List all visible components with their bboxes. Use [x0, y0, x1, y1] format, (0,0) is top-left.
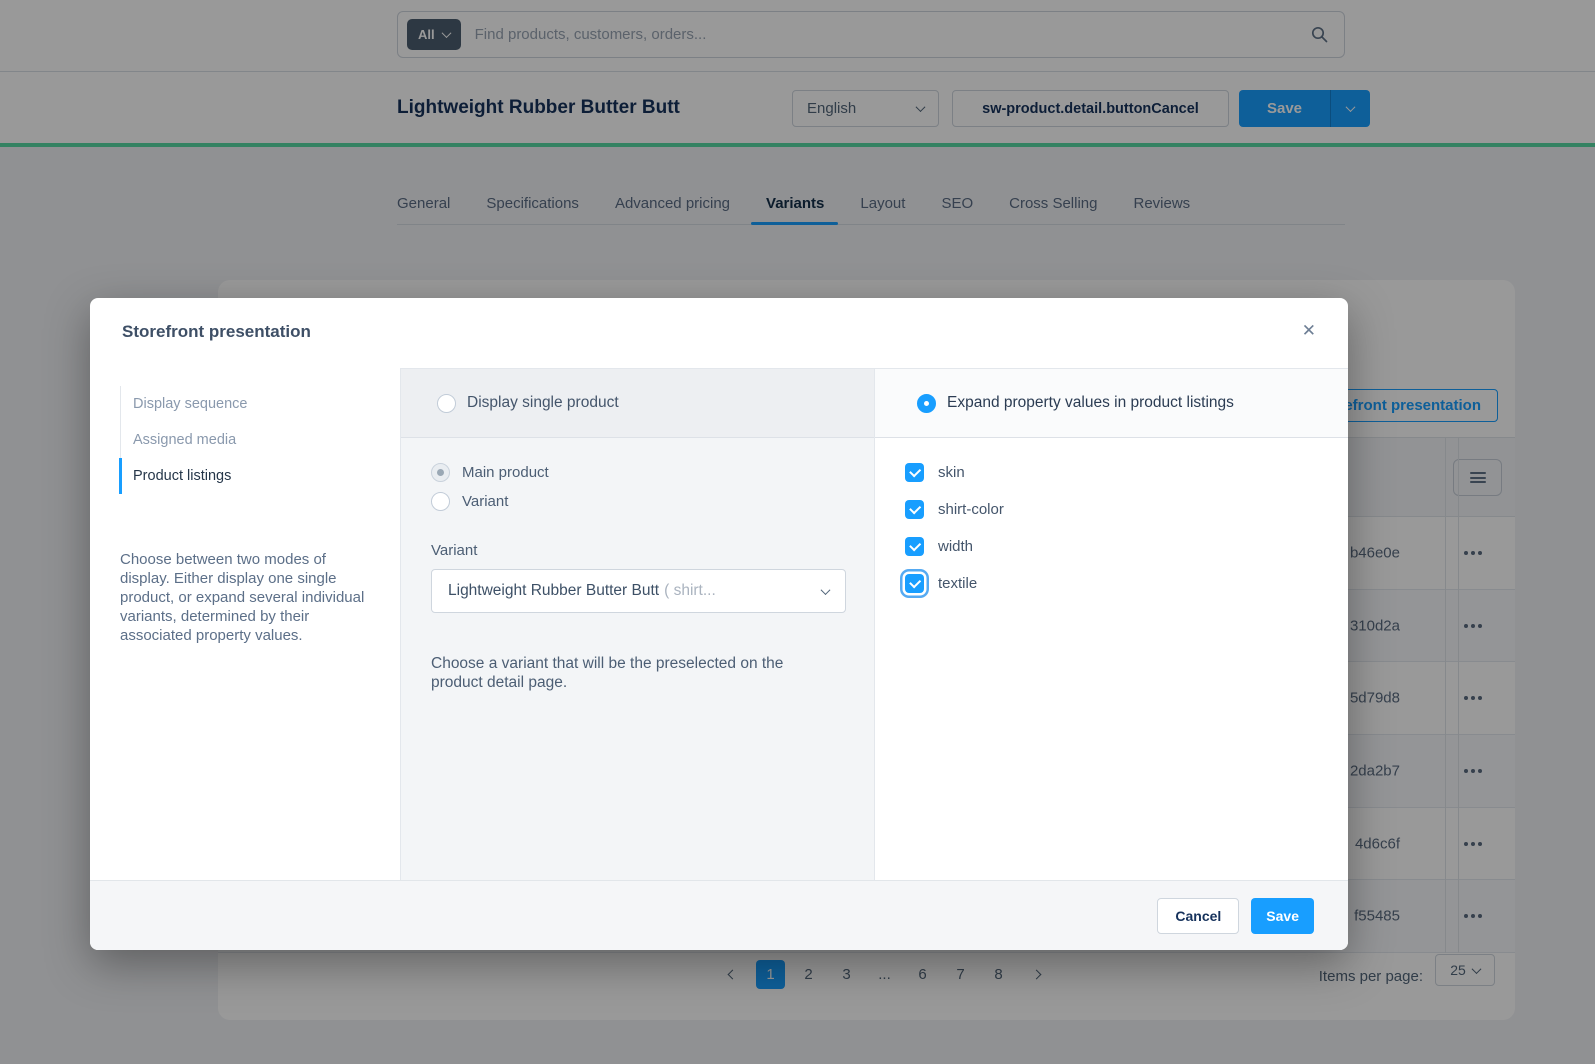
storefront-presentation-modal: Storefront presentation ✕ Display sequen…: [90, 298, 1348, 950]
display-single-product-radio[interactable]: [437, 394, 456, 413]
modal-nav: Display sequence Assigned media Product …: [120, 386, 372, 494]
single-product-body: Main product Variant Variant Lightweight…: [401, 438, 874, 692]
modal-save-button[interactable]: Save: [1251, 898, 1314, 934]
app-root: All Lightweight Rubber Butter Butt Engli…: [0, 0, 1595, 1064]
main-product-label: Main product: [462, 464, 549, 481]
variant-select-value: Lightweight Rubber Butter Butt: [448, 582, 659, 600]
variant-field-label: Variant: [431, 542, 844, 559]
nav-item-product-listings[interactable]: Product listings: [121, 458, 372, 494]
property-option-width[interactable]: width: [905, 537, 1348, 556]
modal-body: Display sequence Assigned media Product …: [90, 368, 1348, 880]
nav-item-display-sequence[interactable]: Display sequence: [121, 386, 372, 422]
nav-item-assigned-media[interactable]: Assigned media: [121, 422, 372, 458]
display-single-product-label: Display single product: [467, 394, 619, 412]
variant-select[interactable]: Lightweight Rubber Butter Butt ( shirt..…: [431, 569, 846, 613]
textile-checkbox[interactable]: [905, 574, 924, 593]
single-product-panel: Display single product Main product Vari…: [400, 368, 875, 880]
modal-footer: Cancel Save: [90, 880, 1348, 950]
modal-title: Storefront presentation: [122, 322, 311, 342]
shirt-color-checkbox[interactable]: [905, 500, 924, 519]
skin-label: skin: [938, 464, 965, 481]
main-product-option[interactable]: Main product: [431, 463, 844, 482]
expand-properties-label: Expand property values in product listin…: [947, 394, 1234, 412]
chevron-down-icon: [821, 585, 831, 595]
variant-help-text: Choose a variant that will be the presel…: [431, 654, 823, 692]
width-checkbox[interactable]: [905, 537, 924, 556]
property-option-textile[interactable]: textile: [905, 574, 1348, 593]
variant-option[interactable]: Variant: [431, 492, 844, 511]
variant-radio-label: Variant: [462, 493, 508, 510]
modal-cancel-button[interactable]: Cancel: [1157, 898, 1239, 934]
main-product-radio[interactable]: [431, 463, 450, 482]
modal-header: Storefront presentation ✕: [90, 298, 1348, 368]
expand-properties-panel: Expand property values in product listin…: [875, 368, 1348, 880]
property-checkbox-list: skin shirt-color width textile: [875, 438, 1348, 593]
single-product-header[interactable]: Display single product: [401, 369, 874, 438]
expand-properties-header[interactable]: Expand property values in product listin…: [875, 369, 1348, 438]
expand-properties-radio[interactable]: [917, 394, 936, 413]
modal-sidebar: Display sequence Assigned media Product …: [90, 368, 400, 880]
variant-radio[interactable]: [431, 492, 450, 511]
mode-description: Choose between two modes of display. Eit…: [120, 550, 376, 645]
width-label: width: [938, 538, 973, 555]
shirt-color-label: shirt-color: [938, 501, 1004, 518]
variant-select-value-suffix: ( shirt...: [664, 582, 716, 600]
skin-checkbox[interactable]: [905, 463, 924, 482]
property-option-shirt-color[interactable]: shirt-color: [905, 500, 1348, 519]
close-icon[interactable]: ✕: [1302, 321, 1316, 341]
textile-label: textile: [938, 575, 977, 592]
property-option-skin[interactable]: skin: [905, 463, 1348, 482]
